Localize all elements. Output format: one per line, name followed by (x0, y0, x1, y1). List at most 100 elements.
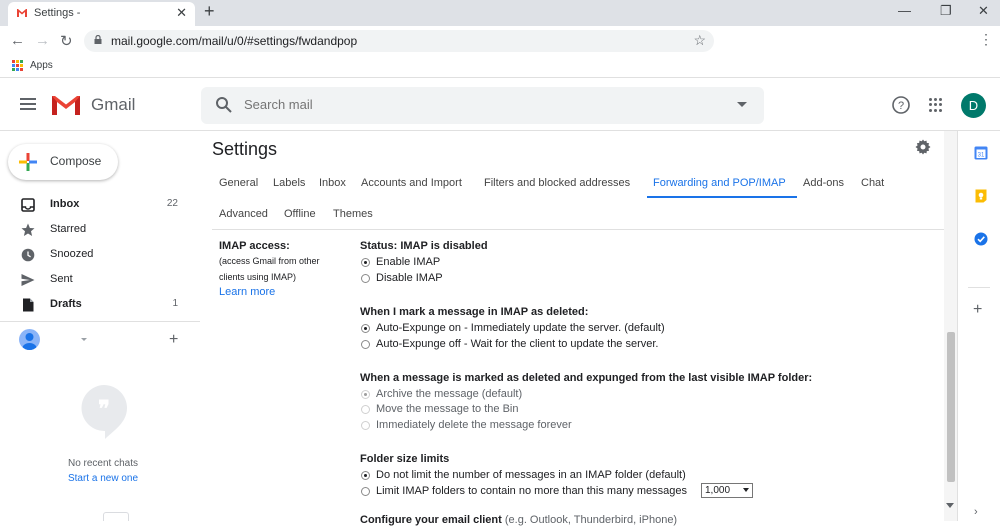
sidebar-item-drafts[interactable]: Drafts 1 (0, 293, 200, 318)
calendar-icon[interactable]: 31 (974, 146, 988, 160)
scroll-down-icon[interactable] (946, 503, 954, 508)
address-bar-row: ← → ↻ mail.google.com/mail/u/0/#settings… (0, 26, 1000, 56)
learn-more-link[interactable]: Learn more (219, 286, 320, 298)
hangouts-bottom-tab[interactable] (103, 512, 129, 521)
no-folder-limit-radio[interactable] (361, 471, 370, 480)
chat-bubble-icon: ❞ (81, 385, 127, 439)
tasks-icon[interactable] (974, 232, 988, 246)
draft-icon (23, 298, 34, 312)
tab-forwarding-pop-imap[interactable]: Forwarding and POP/IMAP (653, 177, 786, 189)
get-add-ons-icon[interactable]: + (973, 301, 982, 319)
reload-icon[interactable]: ↻ (60, 32, 73, 50)
gmail-wordmark: Gmail (91, 95, 136, 114)
option-label: Archive the message (default) (376, 388, 523, 400)
help-icon[interactable]: ? (892, 96, 910, 114)
search-input[interactable] (244, 97, 704, 112)
main-menu-icon[interactable] (20, 98, 36, 110)
minimize-icon[interactable]: — (898, 3, 911, 18)
enable-imap-radio[interactable] (361, 258, 370, 267)
move-to-bin-radio[interactable] (361, 405, 370, 414)
bookmarks-bar: Apps (0, 56, 1000, 78)
send-icon (21, 274, 35, 286)
browser-menu-icon[interactable]: ⋮ (979, 31, 993, 48)
compose-label: Compose (50, 154, 102, 168)
search-icon[interactable] (215, 96, 233, 114)
compose-plus-icon (19, 153, 37, 171)
bookmark-star-icon[interactable]: ☆ (693, 32, 706, 49)
browser-tab[interactable]: Settings - ✕ (8, 2, 195, 26)
collapse-panel-icon[interactable]: › (974, 506, 978, 518)
option-label: Limit IMAP folders to contain no more th… (376, 485, 687, 497)
compose-button[interactable]: Compose (8, 144, 118, 180)
imap-deleted-heading: When I mark a message in IMAP as deleted… (360, 306, 589, 318)
active-tab-indicator (647, 196, 797, 198)
no-chats-text: No recent chats (67, 458, 139, 469)
delete-forever-radio[interactable] (361, 421, 370, 430)
sidebar-item-sent[interactable]: Sent (0, 268, 200, 293)
clock-icon (21, 248, 35, 262)
option-label: Disable IMAP (376, 272, 443, 284)
sidebar-item-starred[interactable]: Starred (0, 218, 200, 243)
gear-icon[interactable] (915, 139, 931, 155)
imap-access-desc-2: clients using IMAP) (219, 272, 297, 282)
gmail-logo-icon[interactable] (51, 94, 81, 116)
close-window-icon[interactable]: ✕ (978, 3, 989, 19)
configure-client-heading: Configure your email client (e.g. Outloo… (360, 514, 677, 526)
auto-expunge-on-radio[interactable] (361, 324, 370, 333)
account-avatar[interactable]: D (961, 93, 986, 118)
star-icon (21, 223, 35, 236)
forward-icon[interactable]: → (35, 32, 50, 49)
option-label: Do not limit the number of messages in a… (376, 469, 686, 481)
svg-text:31: 31 (978, 153, 985, 159)
search-bar[interactable] (201, 87, 764, 124)
imap-expunged-heading: When a message is marked as deleted and … (360, 372, 813, 384)
limit-folders-radio[interactable] (361, 487, 370, 496)
tab-filters[interactable]: Filters and blocked addresses (484, 177, 630, 189)
search-options-icon[interactable] (737, 102, 747, 107)
tab-accounts-and-import[interactable]: Accounts and Import (361, 177, 462, 189)
scrollbar-thumb[interactable] (947, 332, 955, 482)
gmail-header: Gmail ? D (0, 79, 1000, 131)
tab-themes[interactable]: Themes (333, 208, 373, 220)
tab-labels[interactable]: Labels (273, 177, 305, 189)
hangouts-status-dropdown-icon[interactable] (81, 338, 87, 341)
archive-message-radio[interactable] (361, 390, 370, 399)
google-apps-icon[interactable] (929, 98, 943, 112)
folder-limit-value: 1,000 (705, 485, 731, 496)
new-conversation-icon[interactable]: + (169, 331, 178, 349)
start-new-chat-link[interactable]: Start a new one (0, 473, 206, 484)
hangouts-user-avatar[interactable] (19, 329, 40, 350)
option-label: Move the message to the Bin (376, 403, 519, 415)
url-text: mail.google.com/mail/u/0/#settings/fwdan… (111, 34, 358, 48)
tab-advanced[interactable]: Advanced (219, 208, 268, 220)
lock-icon (94, 35, 102, 44)
sidebar-item-snoozed[interactable]: Snoozed (0, 243, 200, 268)
sidebar-item-label: Sent (50, 273, 73, 285)
hangouts-divider (0, 321, 200, 322)
omnibox[interactable]: mail.google.com/mail/u/0/#settings/fwdan… (84, 30, 714, 52)
tab-close-icon[interactable]: ✕ (176, 5, 187, 21)
tab-title: Settings - (34, 7, 81, 19)
auto-expunge-off-radio[interactable] (361, 340, 370, 349)
sidebar-item-inbox[interactable]: Inbox 22 (0, 193, 200, 218)
svg-text:?: ? (898, 100, 904, 112)
apps-grid-icon[interactable] (12, 60, 23, 71)
inbox-icon (21, 198, 35, 212)
keep-icon[interactable] (974, 189, 988, 203)
tab-inbox[interactable]: Inbox (319, 177, 346, 189)
restore-icon[interactable]: ❐ (940, 3, 952, 19)
tab-add-ons[interactable]: Add-ons (803, 177, 844, 189)
disable-imap-radio[interactable] (361, 274, 370, 283)
tab-offline[interactable]: Offline (284, 208, 316, 220)
person-icon (22, 333, 37, 350)
imap-access-label: IMAP access: (219, 240, 290, 252)
drafts-count: 1 (172, 298, 178, 309)
back-icon[interactable]: ← (10, 32, 25, 49)
tab-chat[interactable]: Chat (861, 177, 884, 189)
tab-general[interactable]: General (219, 177, 258, 189)
apps-bookmark[interactable]: Apps (30, 60, 53, 71)
side-panel: 31 + › (957, 131, 1000, 521)
imap-access-desc-1: (access Gmail from other (219, 256, 320, 266)
folder-limit-select[interactable]: 1,000 (701, 483, 753, 498)
new-tab-button[interactable]: + (204, 1, 215, 22)
